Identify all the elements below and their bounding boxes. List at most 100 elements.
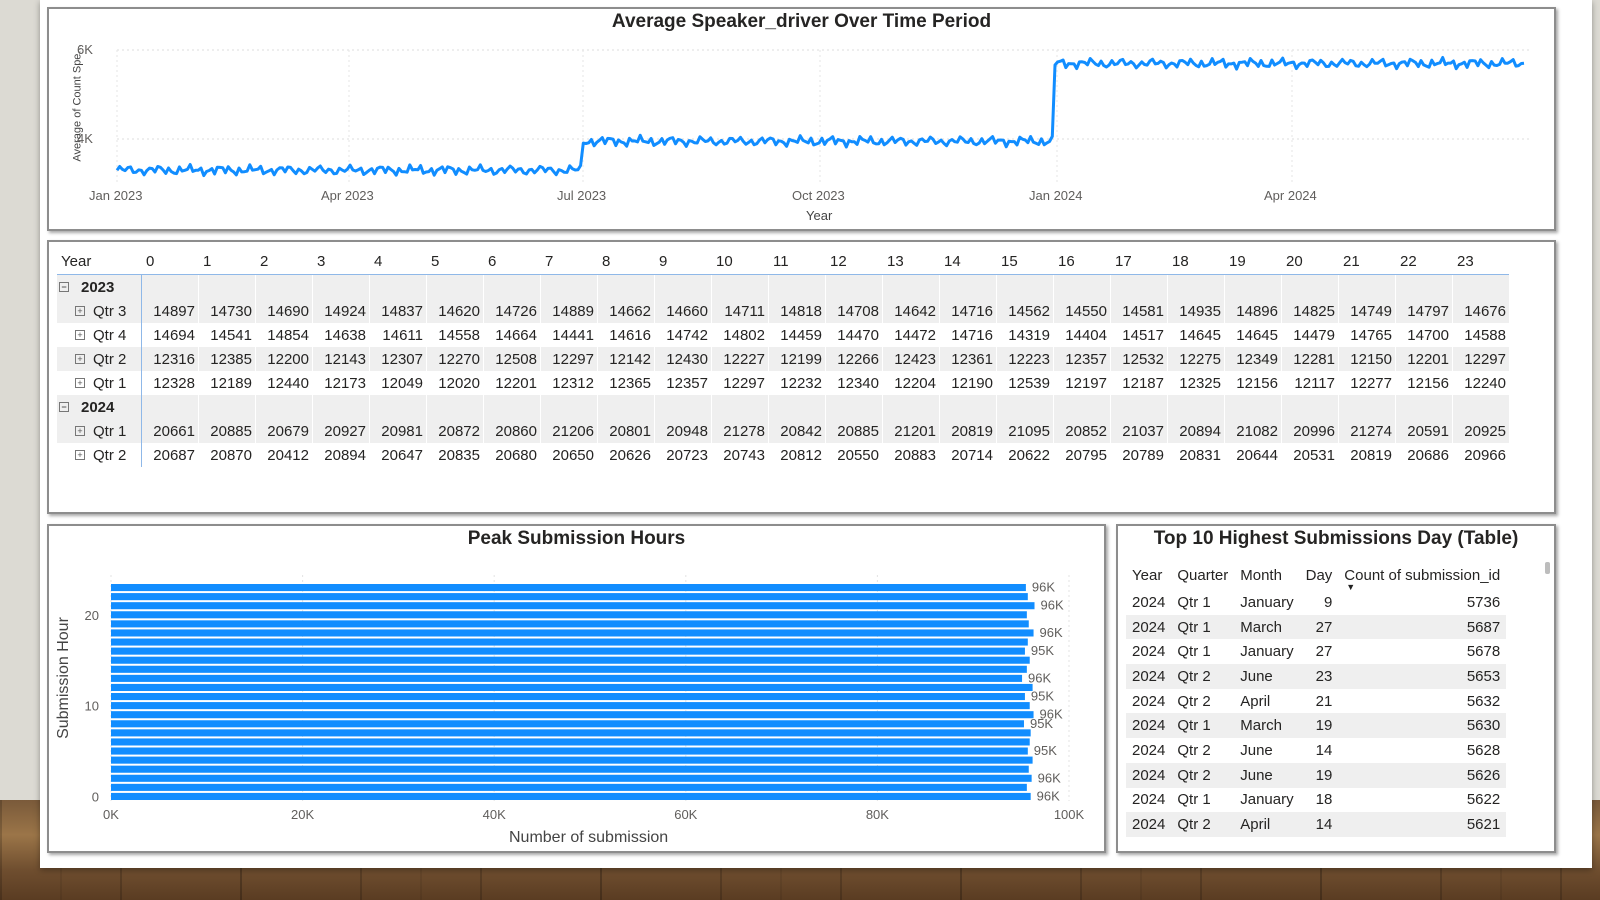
matrix-header-hour-12[interactable]: 12: [825, 248, 883, 275]
cell-count: 5687: [1338, 614, 1507, 640]
matrix-header-hour-18[interactable]: 18: [1167, 248, 1225, 275]
col-count[interactable]: Count of submission_id ▼: [1338, 560, 1506, 593]
bar-hour-16: [111, 647, 1025, 655]
line-chart-panel[interactable]: Average Speaker_driver Over Time Period …: [47, 7, 1556, 231]
matrix-header-hour-0[interactable]: 0: [141, 248, 199, 275]
matrix-year-cell: − 2024: [57, 395, 142, 419]
top10-table[interactable]: Year Quarter Month Day Count of submissi…: [1126, 560, 1507, 837]
matrix-header-hour-5[interactable]: 5: [426, 248, 484, 275]
collapse-icon[interactable]: −: [59, 281, 69, 292]
matrix-cell: 12312: [540, 371, 598, 395]
matrix-header-hour-20[interactable]: 20: [1281, 248, 1339, 275]
dashboard-slide: Average Speaker_driver Over Time Period …: [40, 0, 1592, 868]
matrix-header-hour-19[interactable]: 19: [1224, 248, 1282, 275]
top10-row[interactable]: 2024 Qtr 1 March 19 5630: [1126, 713, 1507, 739]
matrix-header-hour-8[interactable]: 8: [597, 248, 655, 275]
top10-row[interactable]: 2024 Qtr 2 June 14 5628: [1126, 738, 1506, 763]
matrix-empty-cell: [1281, 395, 1339, 419]
matrix-header-year[interactable]: Year: [57, 248, 142, 275]
bar-hour-2: [111, 774, 1032, 782]
matrix-cell: 20996: [1281, 419, 1339, 443]
matrix-row: + Qtr 3 14897 14730 14690 14924 14837 14620 1472…: [57, 299, 1509, 323]
matrix-header-hour-13[interactable]: 13: [882, 248, 940, 275]
matrix-panel[interactable]: Year 0 1 2 3 4 5 6 7 8 9 10 11 12 13 14 15 16 17 18 19 20 21 22…: [47, 240, 1556, 514]
bar-chart-panel[interactable]: Peak Submission Hours 0K 20K 40K 60K 80K 100K…: [47, 524, 1106, 853]
matrix-header-hour-10[interactable]: 10: [711, 248, 769, 275]
cell-year: 2024: [1126, 614, 1172, 640]
collapse-icon[interactable]: −: [59, 401, 69, 412]
matrix-header-hour-14[interactable]: 14: [939, 248, 997, 275]
matrix-header-hour-1[interactable]: 1: [198, 248, 256, 275]
matrix-quarter-label: Qtr 1: [93, 422, 127, 440]
top10-row[interactable]: 2024 Qtr 2 June 19 5626: [1126, 762, 1507, 788]
matrix-cell: 14765: [1338, 323, 1396, 347]
matrix-header-hour-22[interactable]: 22: [1395, 248, 1453, 275]
expand-icon[interactable]: +: [75, 425, 85, 436]
expand-icon[interactable]: +: [75, 305, 85, 316]
matrix-empty-cell: [825, 274, 883, 299]
matrix-header-hour-21[interactable]: 21: [1338, 248, 1396, 275]
matrix-cell: 12117: [1281, 371, 1339, 395]
hourly-matrix-table[interactable]: Year 0 1 2 3 4 5 6 7 8 9 10 11 12 13 14 15 16 17 18 19 20 21 22…: [57, 248, 1509, 467]
matrix-empty-cell: [1167, 274, 1225, 299]
matrix-header-hour-3[interactable]: 3: [312, 248, 370, 275]
matrix-cell: 20795: [1053, 443, 1111, 467]
matrix-header-hour-9[interactable]: 9: [654, 248, 712, 275]
matrix-cell: 14825: [1281, 299, 1339, 323]
expand-icon[interactable]: +: [75, 353, 85, 364]
matrix-cell: 20661: [141, 419, 199, 443]
expand-icon[interactable]: +: [75, 377, 85, 388]
matrix-header-hour-23[interactable]: 23: [1452, 248, 1509, 275]
expand-icon[interactable]: +: [75, 449, 85, 460]
cell-quarter: Qtr 1: [1177, 643, 1211, 661]
bar-chart[interactable]: 0K 20K 40K 60K 80K 100K 96K 96K 95K 95K 96K 95K 96K 9…: [49, 526, 1104, 851]
vertical-scrollbar[interactable]: [1545, 562, 1550, 574]
matrix-empty-cell: [654, 274, 712, 299]
matrix-empty-cell: [996, 395, 1054, 419]
matrix-empty-cell: [198, 395, 256, 419]
matrix-header-hour-4[interactable]: 4: [369, 248, 427, 275]
cell-day: 14: [1299, 812, 1339, 837]
matrix-cell: 14620: [426, 299, 484, 323]
matrix-empty-cell: [939, 274, 997, 299]
matrix-cell: 12189: [198, 371, 256, 395]
top10-row[interactable]: 2024 Qtr 1 January 27 5678: [1126, 639, 1506, 664]
col-month[interactable]: Month: [1234, 560, 1299, 590]
bar-data-label: 96K: [1038, 770, 1061, 785]
matrix-empty-cell: [711, 274, 769, 299]
top10-row[interactable]: 2024 Qtr 1 January 9 5736: [1126, 590, 1506, 615]
matrix-cell: 20626: [597, 443, 655, 467]
top10-row[interactable]: 2024 Qtr 2 April 14 5621: [1126, 812, 1507, 837]
matrix-header-hour-2[interactable]: 2: [255, 248, 313, 275]
col-day[interactable]: Day: [1300, 560, 1339, 590]
matrix-cell: 20679: [255, 419, 313, 443]
matrix-header-hour-11[interactable]: 11: [768, 248, 826, 275]
top10-row[interactable]: 2024 Qtr 1 March 27 5687: [1126, 614, 1507, 640]
top10-row[interactable]: 2024 Qtr 2 April 21 5632: [1126, 689, 1506, 714]
matrix-cell: 12266: [825, 347, 883, 371]
bar-x-tick: 60K: [674, 807, 697, 822]
top10-row[interactable]: 2024 Qtr 2 June 23 5653: [1126, 664, 1507, 689]
matrix-empty-cell: [1338, 274, 1396, 299]
matrix-empty-cell: [1110, 274, 1168, 299]
matrix-cell: 20852: [1053, 419, 1111, 443]
matrix-row: + Qtr 2 12316 12385 12200 12143 12307 12270 1250…: [57, 347, 1509, 371]
col-quarter[interactable]: Quarter: [1171, 560, 1234, 590]
cell-quarter: Qtr 2: [1177, 741, 1211, 759]
matrix-header-hour-15[interactable]: 15: [996, 248, 1054, 275]
top10-row[interactable]: 2024 Qtr 1 January 18 5622: [1126, 788, 1506, 813]
matrix-empty-cell: [1224, 395, 1282, 419]
sort-desc-icon[interactable]: ▼: [1346, 582, 1355, 592]
col-year[interactable]: Year: [1126, 560, 1171, 590]
matrix-header-hour-7[interactable]: 7: [540, 248, 598, 275]
bar-hour-1: [111, 783, 1027, 791]
matrix-cell: 12201: [1395, 347, 1453, 371]
top10-table-panel[interactable]: Top 10 Highest Submissions Day (Table) Y…: [1116, 524, 1556, 853]
matrix-header-hour-17[interactable]: 17: [1110, 248, 1168, 275]
cell-quarter: Qtr 2: [1171, 812, 1235, 837]
matrix-cell: 14749: [1338, 299, 1396, 323]
matrix-header-hour-6[interactable]: 6: [483, 248, 541, 275]
expand-icon[interactable]: +: [75, 329, 85, 340]
matrix-header-hour-16[interactable]: 16: [1053, 248, 1111, 275]
y-axis-label: Average of Count Spe...: [71, 44, 84, 162]
